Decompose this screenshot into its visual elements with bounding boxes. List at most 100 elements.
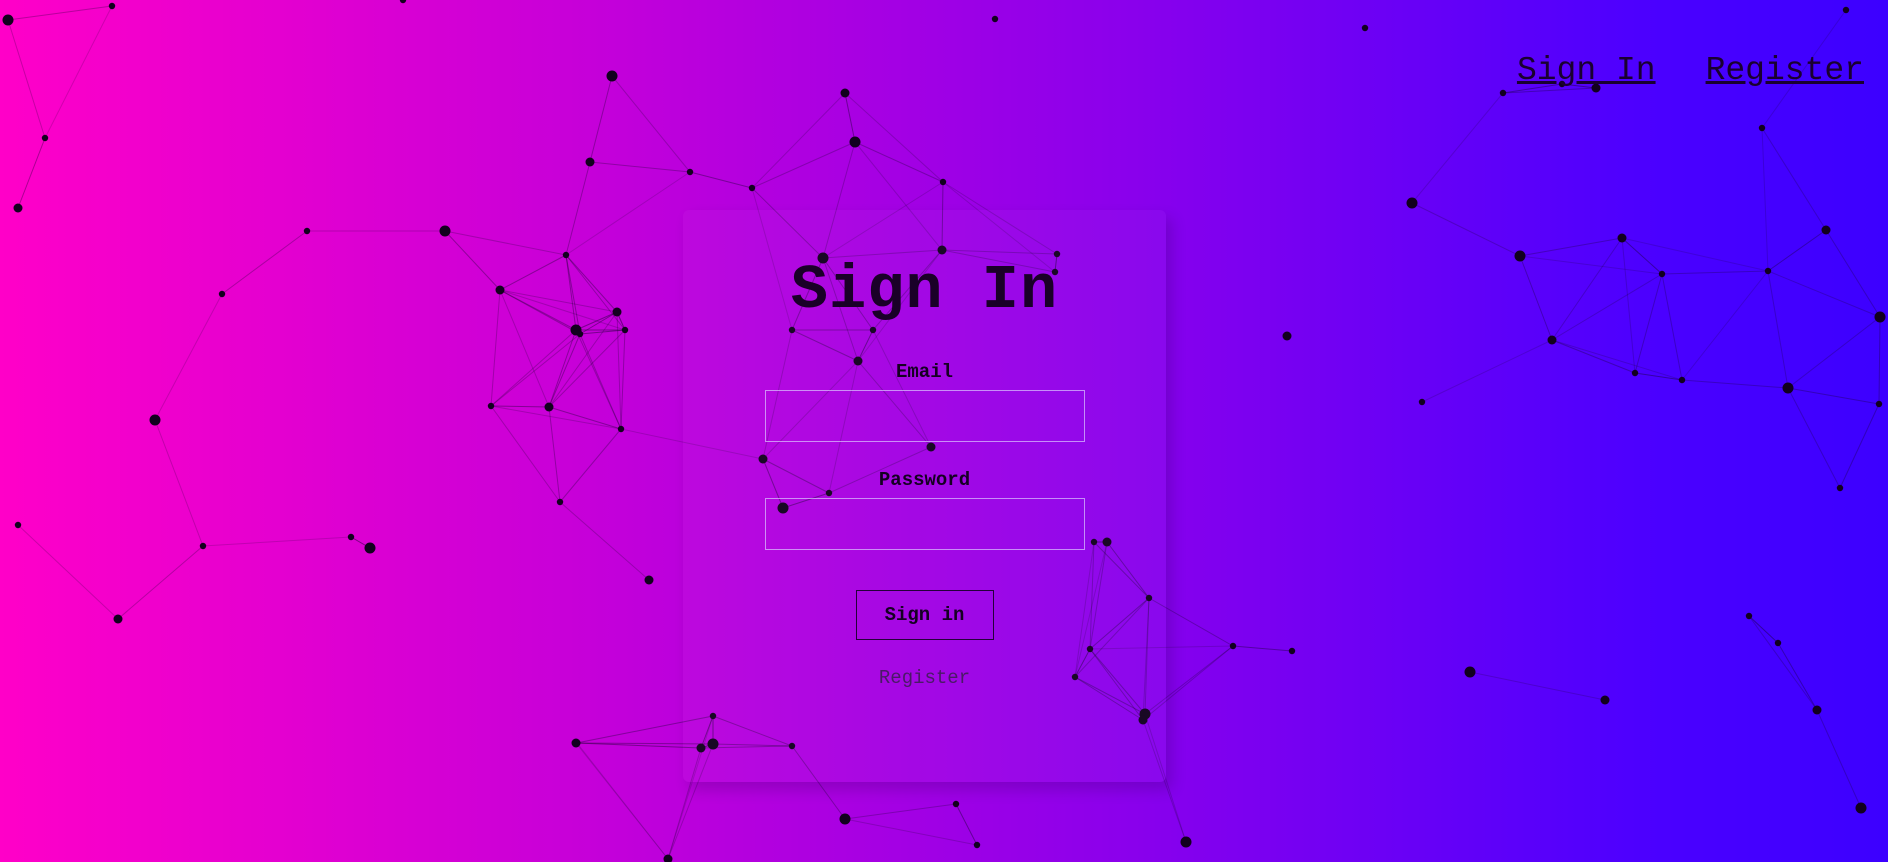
network-link xyxy=(1761,127,1769,272)
network-node xyxy=(113,614,123,624)
network-node xyxy=(218,290,226,298)
network-node xyxy=(1514,250,1526,262)
network-node xyxy=(570,324,582,336)
network-link xyxy=(1748,615,1818,711)
network-node xyxy=(1547,335,1557,345)
email-field[interactable] xyxy=(764,390,1085,442)
network-link xyxy=(559,428,622,503)
network-node xyxy=(1812,705,1822,715)
network-link xyxy=(548,406,561,503)
network-link xyxy=(854,141,944,183)
network-node xyxy=(1282,331,1292,341)
network-node xyxy=(556,498,564,506)
password-field[interactable] xyxy=(764,498,1085,550)
network-node xyxy=(1180,836,1192,848)
network-link xyxy=(490,405,550,408)
network-node xyxy=(2,14,14,26)
network-node xyxy=(1782,382,1794,394)
network-link xyxy=(1661,270,1769,275)
network-link xyxy=(1787,316,1881,389)
network-link xyxy=(117,545,204,620)
network-node xyxy=(149,414,161,426)
register-link[interactable]: Register xyxy=(879,667,970,689)
network-node xyxy=(199,542,207,550)
network-link xyxy=(751,92,846,189)
network-link xyxy=(1634,372,1683,381)
network-link xyxy=(1681,379,1789,389)
network-link xyxy=(689,171,753,189)
network-link xyxy=(1767,270,1789,389)
network-link xyxy=(1787,387,1880,405)
network-node xyxy=(1631,369,1639,377)
network-node xyxy=(1764,267,1772,275)
network-link xyxy=(1621,237,1663,275)
network-node xyxy=(686,168,694,176)
network-link xyxy=(589,161,691,173)
network-link xyxy=(1816,709,1862,809)
top-nav: Sign In Register xyxy=(1517,52,1864,89)
network-link xyxy=(1551,237,1623,341)
network-node xyxy=(1361,24,1369,32)
network-node xyxy=(973,841,981,849)
network-node xyxy=(303,227,311,235)
network-node xyxy=(952,800,960,808)
network-node xyxy=(1745,612,1753,620)
network-link xyxy=(1411,202,1521,257)
network-node xyxy=(399,0,407,4)
network-node xyxy=(839,813,851,825)
network-link xyxy=(1519,237,1623,257)
network-node xyxy=(1875,400,1883,408)
network-node xyxy=(621,326,629,334)
network-link xyxy=(7,19,46,139)
network-link xyxy=(844,92,944,183)
network-link xyxy=(1787,387,1841,489)
network-link xyxy=(154,419,204,547)
network-node xyxy=(1842,6,1850,14)
network-node xyxy=(495,285,505,295)
network-node xyxy=(617,425,625,433)
network-node xyxy=(612,307,622,317)
network-node xyxy=(347,533,355,541)
network-link xyxy=(1748,615,1779,644)
network-link xyxy=(490,329,577,407)
network-link xyxy=(1767,229,1827,272)
network-link xyxy=(576,742,669,860)
network-link xyxy=(490,405,561,503)
signin-button[interactable]: Sign in xyxy=(855,590,994,640)
network-link xyxy=(1825,229,1881,318)
network-link xyxy=(1634,273,1663,374)
network-node xyxy=(1658,270,1666,278)
network-node xyxy=(1418,398,1426,406)
network-link xyxy=(221,230,308,295)
network-node xyxy=(748,184,756,192)
email-label: Email xyxy=(895,361,953,383)
network-node xyxy=(108,2,116,10)
nav-register-link[interactable]: Register xyxy=(1706,52,1864,89)
network-link xyxy=(1551,273,1663,341)
network-node xyxy=(41,134,49,142)
network-node xyxy=(1774,639,1782,647)
network-node xyxy=(1821,225,1831,235)
network-node xyxy=(1499,89,1507,97)
network-link xyxy=(499,289,577,331)
network-node xyxy=(585,157,595,167)
network-link xyxy=(1839,403,1880,489)
network-node xyxy=(1617,233,1627,243)
network-link xyxy=(1551,339,1636,374)
network-node xyxy=(1406,197,1418,209)
network-link xyxy=(1681,270,1769,381)
network-link xyxy=(1661,273,1683,381)
network-link xyxy=(44,5,113,139)
network-node xyxy=(13,203,23,213)
network-node xyxy=(1855,802,1867,814)
nav-signin-link[interactable]: Sign In xyxy=(1517,52,1656,89)
network-link xyxy=(1878,316,1881,405)
network-node xyxy=(14,521,22,529)
network-node xyxy=(1229,642,1237,650)
network-link xyxy=(499,289,550,408)
network-link xyxy=(490,333,581,407)
network-node xyxy=(939,178,947,186)
network-link xyxy=(490,289,501,407)
network-link xyxy=(751,141,856,189)
network-node xyxy=(1600,695,1610,705)
